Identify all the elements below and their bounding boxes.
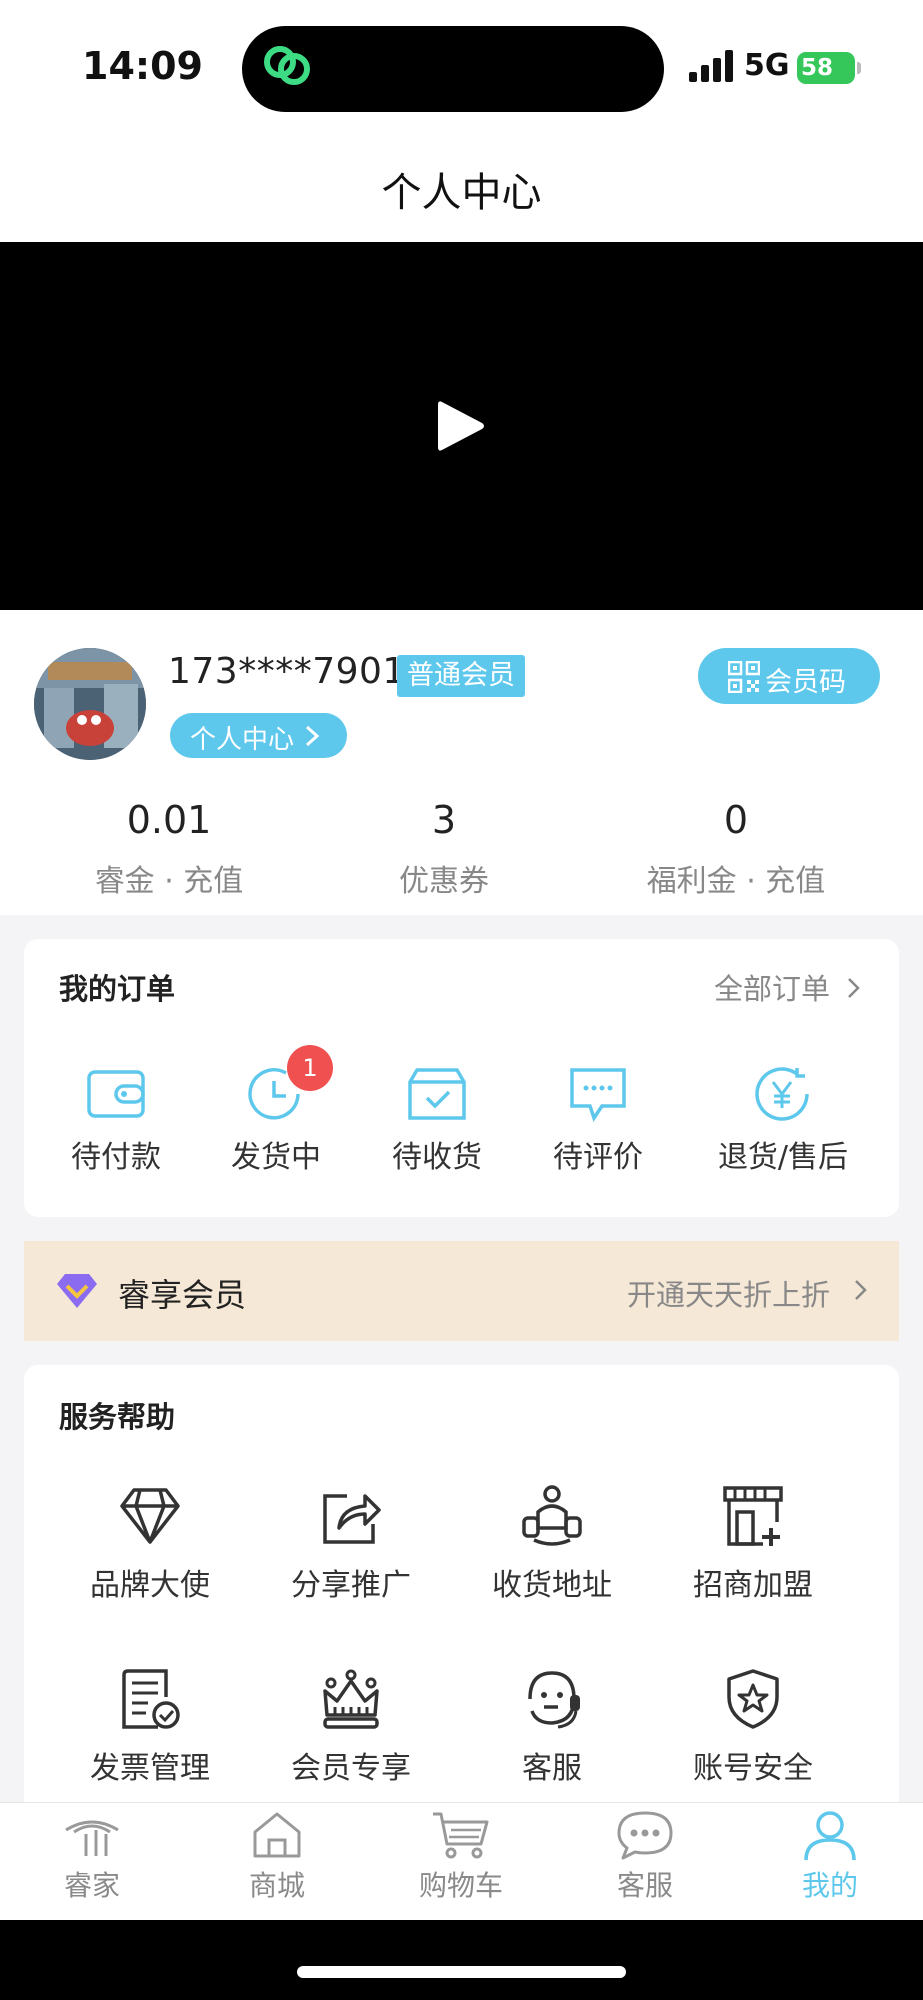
tab-label: 购物车 xyxy=(418,1869,503,1902)
tab-label: 睿家 xyxy=(63,1869,120,1902)
brand-icon xyxy=(65,1820,119,1856)
crown-icon xyxy=(323,1669,379,1729)
shipping-count-badge: 1 xyxy=(287,1045,333,1091)
chevron-right-icon xyxy=(848,978,861,998)
stat-coupons[interactable]: 3 优惠券 xyxy=(294,798,594,900)
service-label: 发票管理 xyxy=(90,1751,210,1786)
vip-title: 睿享会员 xyxy=(118,1276,247,1314)
service-label: 分享推广 xyxy=(291,1568,411,1603)
signal-icon xyxy=(689,50,733,82)
diamond-icon xyxy=(120,1488,180,1544)
vip-promo: 开通天天折上折 xyxy=(627,1278,831,1312)
tab-ruijia[interactable]: 睿家 xyxy=(22,1810,162,1904)
service-customer-support[interactable]: 客服 xyxy=(452,1667,652,1787)
chat-icon xyxy=(617,1811,673,1860)
chat-dots-icon xyxy=(570,1068,626,1122)
chevron-right-icon xyxy=(305,725,320,747)
home-icon xyxy=(253,1812,301,1858)
avatar-image xyxy=(34,648,146,760)
tab-mine[interactable]: 我的 xyxy=(760,1810,900,1904)
member-code-button[interactable]: 会员码 xyxy=(698,648,880,704)
order-label: 待付款 xyxy=(71,1140,161,1175)
order-label: 待评价 xyxy=(553,1140,643,1175)
order-label: 发货中 xyxy=(231,1140,321,1175)
stat-value: 3 xyxy=(431,798,457,842)
stat-label: 福利金 · 充值 xyxy=(646,864,826,899)
battery-level: 58 xyxy=(801,55,834,81)
all-orders-label: 全部订单 xyxy=(714,972,831,1006)
member-code-label: 会员码 xyxy=(765,667,846,698)
service-share[interactable]: 分享推广 xyxy=(251,1484,451,1604)
service-address[interactable]: 收货地址 xyxy=(452,1484,652,1604)
wallet-icon xyxy=(87,1070,145,1118)
stat-value: 0.01 xyxy=(126,798,212,842)
user-icon xyxy=(804,1811,856,1861)
service-member-exclusive[interactable]: 会员专享 xyxy=(251,1667,451,1787)
play-icon[interactable] xyxy=(436,398,486,454)
tab-label: 客服 xyxy=(616,1869,673,1902)
service-label: 会员专享 xyxy=(291,1751,411,1786)
home-indicator[interactable] xyxy=(297,1966,626,1978)
store-plus-icon xyxy=(723,1486,783,1546)
stat-label: 优惠券 xyxy=(399,864,489,899)
services-title: 服务帮助 xyxy=(59,1400,176,1434)
home-indicator-area xyxy=(0,1920,923,2000)
order-pending-payment[interactable]: 待付款 xyxy=(36,1066,196,1176)
avatar[interactable] xyxy=(34,648,146,760)
personal-center-button[interactable]: 个人中心 xyxy=(170,713,347,758)
page-title: 个人中心 xyxy=(381,170,542,216)
vip-diamond-icon xyxy=(57,1274,97,1308)
service-label: 收货地址 xyxy=(492,1568,612,1603)
order-label: 待收货 xyxy=(392,1140,482,1175)
tab-label: 我的 xyxy=(801,1869,858,1902)
member-level-badge: 普通会员 xyxy=(397,655,525,697)
shield-star-icon xyxy=(727,1669,779,1729)
chevron-right-icon xyxy=(855,1280,867,1300)
order-pending-receipt[interactable]: 待收货 xyxy=(357,1066,517,1176)
service-label: 客服 xyxy=(522,1751,582,1786)
user-phone: 173****7901 xyxy=(168,651,406,692)
service-brand-ambassador[interactable]: 品牌大使 xyxy=(50,1484,250,1604)
service-franchise[interactable]: 招商加盟 xyxy=(653,1484,853,1604)
qr-code-icon xyxy=(728,661,760,693)
stat-label: 睿金 · 充值 xyxy=(94,864,244,899)
vip-membership-bar[interactable]: 睿享会员 开通天天折上折 xyxy=(24,1241,899,1341)
personal-center-label: 个人中心 xyxy=(190,725,295,755)
order-label: 退货/售后 xyxy=(717,1140,849,1175)
order-shipping[interactable]: 发货中 xyxy=(196,1066,356,1176)
tab-label: 商城 xyxy=(248,1869,305,1902)
stat-welfare[interactable]: 0 福利金 · 充值 xyxy=(586,798,886,900)
people-icon xyxy=(522,1485,582,1546)
order-pending-review[interactable]: 待评价 xyxy=(518,1066,678,1176)
tab-service[interactable]: 客服 xyxy=(575,1810,715,1904)
box-check-icon xyxy=(408,1068,466,1120)
service-invoice[interactable]: 发票管理 xyxy=(50,1667,250,1787)
app-link-icon xyxy=(264,46,310,85)
tab-cart[interactable]: 购物车 xyxy=(391,1810,531,1904)
orders-title: 我的订单 xyxy=(59,972,176,1006)
service-label: 账号安全 xyxy=(693,1751,813,1786)
invoice-icon xyxy=(122,1669,180,1729)
stat-value: 0 xyxy=(723,798,749,842)
tab-mall[interactable]: 商城 xyxy=(207,1810,347,1904)
stat-balance[interactable]: 0.01 睿金 · 充值 xyxy=(19,798,319,900)
share-icon xyxy=(323,1494,381,1544)
headset-icon xyxy=(528,1671,580,1729)
service-account-security[interactable]: 账号安全 xyxy=(653,1667,853,1787)
battery-icon: 58 xyxy=(797,52,855,84)
service-label: 招商加盟 xyxy=(693,1568,813,1603)
yen-refund-icon xyxy=(755,1067,809,1121)
order-returns[interactable]: 退货/售后 xyxy=(703,1066,863,1176)
service-label: 品牌大使 xyxy=(90,1568,210,1603)
status-time: 14:09 xyxy=(82,44,203,88)
battery-cap xyxy=(857,62,861,74)
network-type: 5G xyxy=(744,48,790,83)
all-orders-link[interactable]: 全部订单 xyxy=(714,966,861,1008)
cart-icon xyxy=(433,1812,489,1859)
